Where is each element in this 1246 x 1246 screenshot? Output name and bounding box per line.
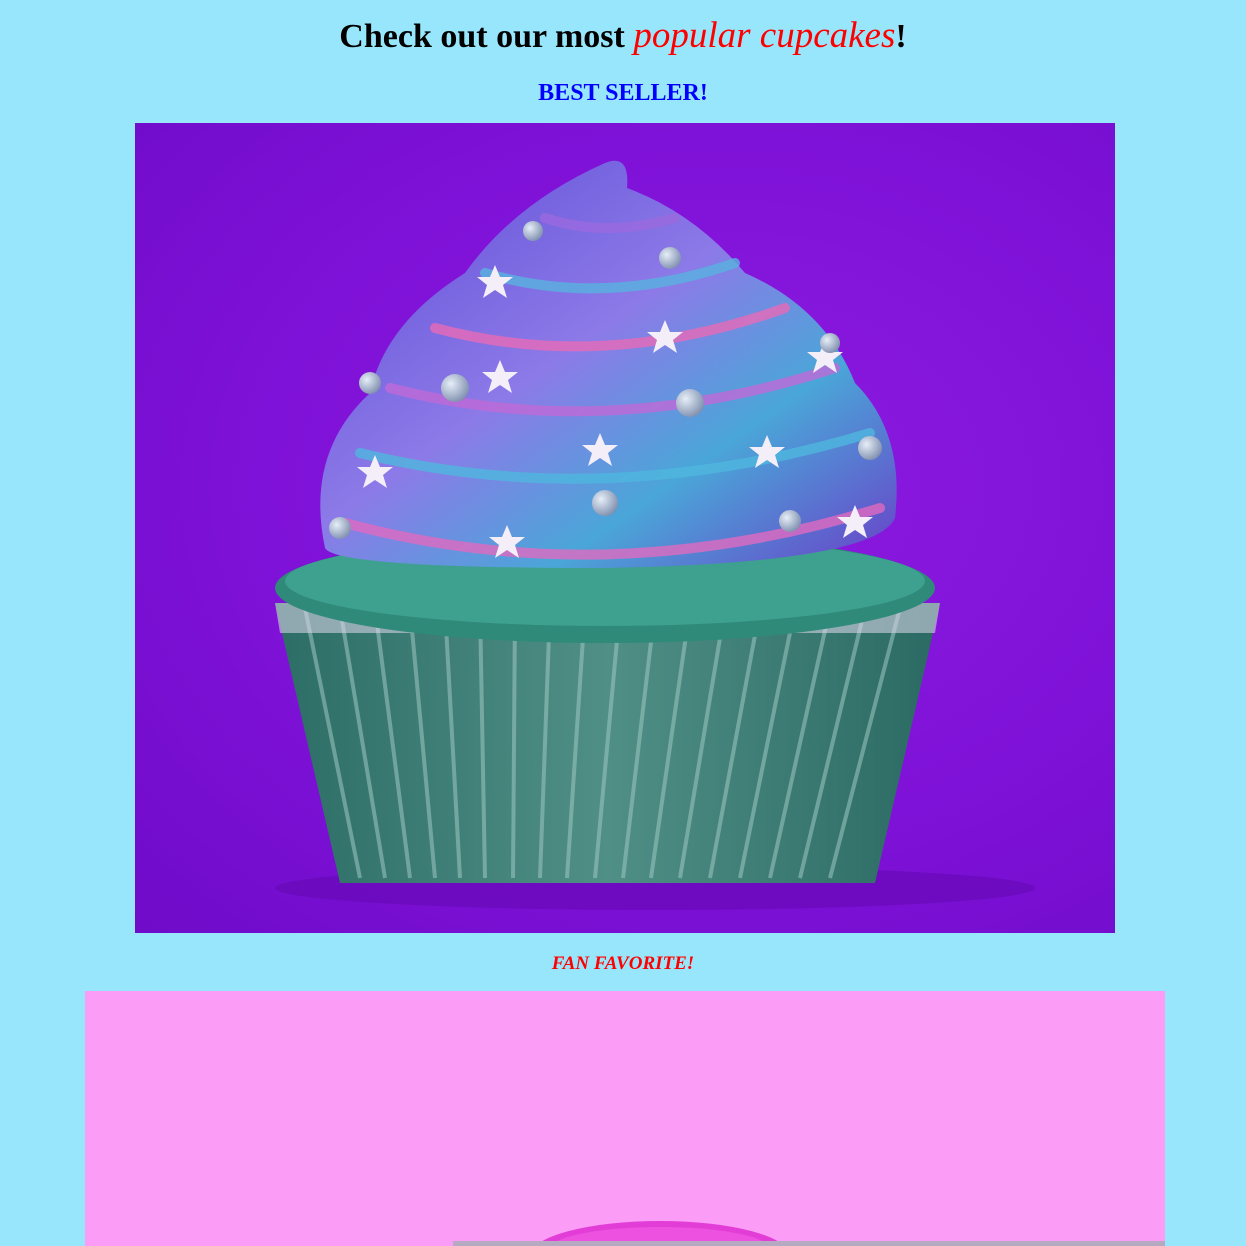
page-headline: Check out our most popular cupcakes! xyxy=(0,14,1246,59)
pink-cupcake-illustration xyxy=(453,1221,1165,1246)
fan-favorite-label: FAN FAVORITE! xyxy=(551,953,695,974)
headline-highlight: popular cupcakes xyxy=(633,15,896,56)
page: Check out our most popular cupcakes! BES… xyxy=(0,0,1246,1246)
galaxy-cupcake-photo xyxy=(135,123,1115,933)
best-seller-label: BEST SELLER! xyxy=(538,80,708,106)
headline-prefix: Check out our most xyxy=(339,18,634,55)
headline-suffix: ! xyxy=(895,18,907,55)
galaxy-cupcake-illustration xyxy=(275,160,1035,910)
pink-cupcake-photo xyxy=(85,991,1165,1246)
